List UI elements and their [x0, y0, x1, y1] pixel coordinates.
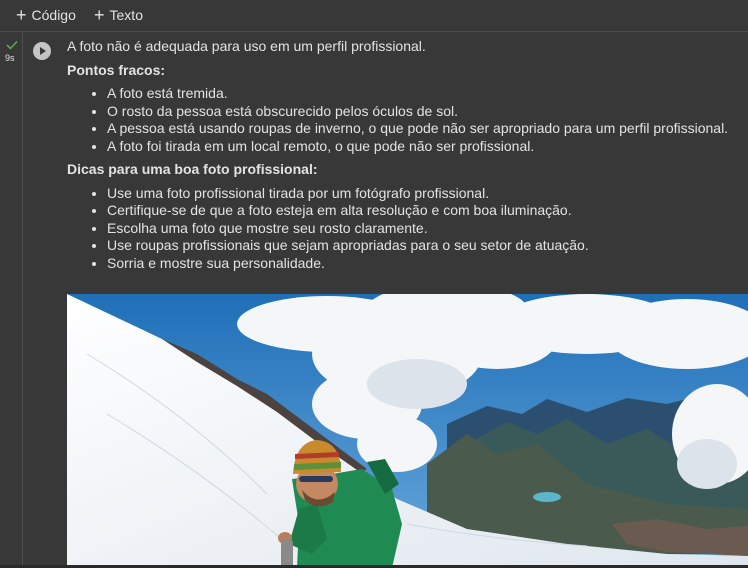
list-item: Escolha uma foto que mostre seu rosto cl…	[107, 220, 737, 238]
cell-output: A foto não é adequada para uso em um per…	[67, 36, 737, 278]
mountain-photo	[67, 294, 748, 568]
output-image	[67, 294, 748, 568]
notebook-toolbar: + Código + Texto	[0, 0, 748, 32]
tips-list: Use uma foto profissional tirada por um …	[67, 185, 737, 273]
plus-icon: +	[16, 5, 27, 25]
list-item: Sorria e mostre sua personalidade.	[107, 255, 737, 273]
list-item: Use roupas profissionais que sejam aprop…	[107, 237, 737, 255]
weak-points-list: A foto está tremida. O rosto da pessoa e…	[67, 85, 737, 155]
list-item: O rosto da pessoa está obscurecido pelos…	[107, 103, 737, 121]
add-text-cell-button[interactable]: + Texto	[94, 6, 143, 24]
list-item: Certifique-se de que a foto esteja em al…	[107, 202, 737, 220]
list-item: A pessoa está usando roupas de inverno, …	[107, 120, 737, 138]
plus-icon: +	[94, 5, 105, 25]
list-item: A foto foi tirada em um local remoto, o …	[107, 138, 737, 156]
execution-time: 9s	[5, 53, 15, 63]
output-intro: A foto não é adequada para uso em um per…	[67, 38, 426, 54]
list-item: A foto está tremida.	[107, 85, 737, 103]
list-item: Use uma foto profissional tirada por um …	[107, 185, 737, 203]
add-code-cell-button[interactable]: + Código	[16, 6, 76, 24]
weak-points-heading: Pontos fracos:	[67, 61, 166, 78]
cell-gutter	[0, 32, 23, 568]
run-cell-button[interactable]	[33, 42, 51, 60]
tips-heading: Dicas para uma boa foto profissional:	[67, 161, 318, 177]
play-icon	[40, 47, 46, 55]
add-code-label: Código	[31, 7, 76, 23]
add-text-label: Texto	[109, 7, 143, 23]
check-icon	[6, 40, 18, 50]
